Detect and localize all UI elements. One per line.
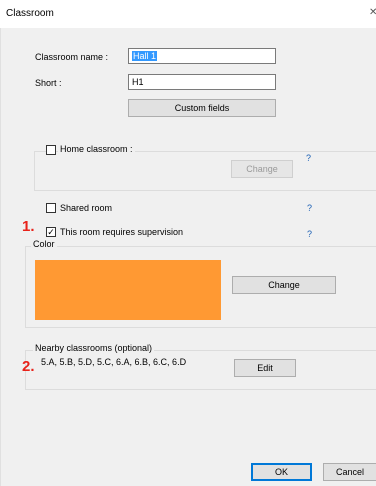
checkmark-icon: ✓ — [47, 227, 55, 237]
short-input[interactable]: H1 — [128, 74, 276, 90]
home-classroom-help-icon[interactable]: ? — [306, 153, 311, 163]
nearby-classrooms-legend: Nearby classrooms (optional) — [33, 343, 155, 353]
home-classroom-label: Home classroom : — [58, 144, 135, 154]
custom-fields-button[interactable]: Custom fields — [128, 99, 276, 117]
color-legend: Color — [31, 239, 57, 249]
step-2-marker: 2. — [22, 358, 35, 375]
supervision-help-icon[interactable]: ? — [307, 229, 312, 239]
nearby-edit-button[interactable]: Edit — [234, 359, 296, 377]
home-classroom-change-button[interactable]: Change — [231, 160, 293, 178]
classroom-name-label: Classroom name : — [35, 52, 109, 62]
classroom-name-value: Hall 1 — [132, 51, 158, 61]
title-bar: Classroom ✕ — [0, 0, 376, 28]
classroom-dialog: Classroom name : Hall 1 Short : H1 Custo… — [0, 28, 376, 486]
home-classroom-checkbox[interactable] — [46, 145, 56, 155]
color-swatch — [35, 260, 221, 320]
shared-room-checkbox[interactable] — [46, 203, 56, 213]
ok-button[interactable]: OK — [251, 463, 312, 481]
supervision-checkbox[interactable]: ✓ — [46, 227, 56, 237]
cancel-button[interactable]: Cancel — [323, 463, 376, 481]
window-title: Classroom — [6, 8, 54, 19]
color-change-button[interactable]: Change — [232, 276, 336, 294]
nearby-classrooms-group — [25, 350, 376, 390]
home-classroom-group — [34, 151, 376, 191]
supervision-label: This room requires supervision — [60, 227, 184, 237]
shared-room-help-icon[interactable]: ? — [307, 203, 312, 213]
nearby-classrooms-list: 5.A, 5.B, 5.D, 5.C, 6.A, 6.B, 6.C, 6.D — [41, 357, 187, 367]
short-value: H1 — [132, 77, 144, 87]
close-icon[interactable]: ✕ — [369, 7, 376, 18]
step-1-marker: 1. — [22, 218, 35, 235]
shared-room-label: Shared room — [60, 203, 113, 213]
classroom-name-input[interactable]: Hall 1 — [128, 48, 276, 64]
short-label: Short : — [35, 78, 62, 88]
